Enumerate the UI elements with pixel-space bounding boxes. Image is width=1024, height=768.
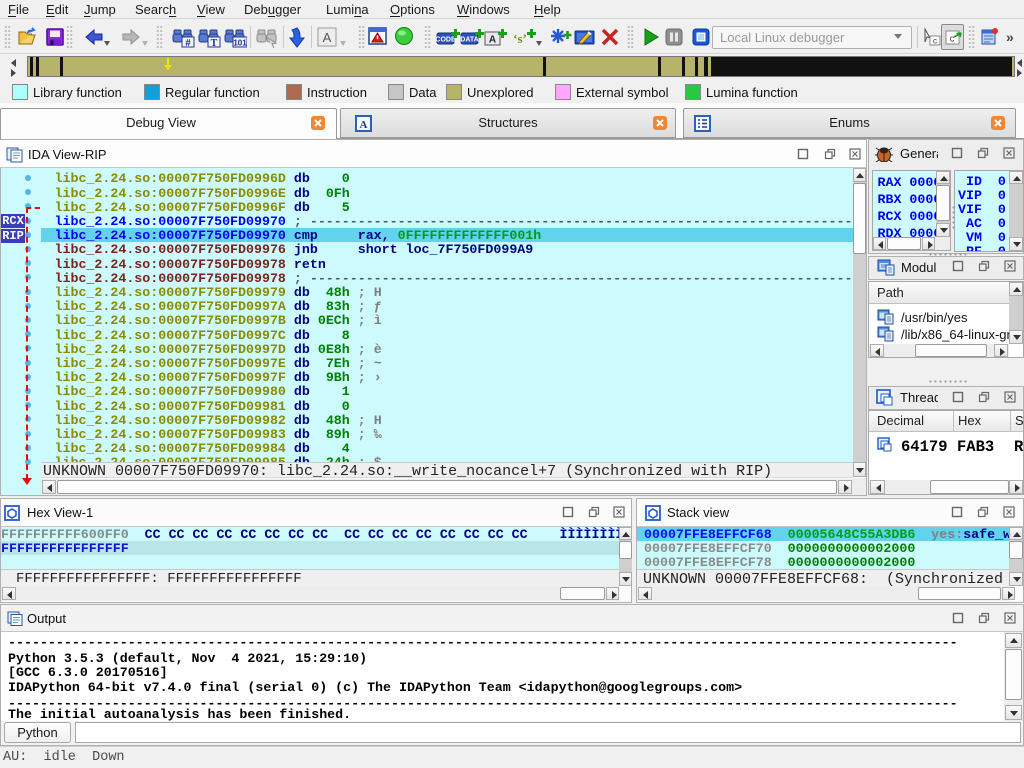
svg-text:T: T xyxy=(211,38,218,48)
svg-text:A: A xyxy=(323,30,332,45)
svg-text:c: c xyxy=(950,34,955,44)
svg-text:CODE: CODE xyxy=(436,37,456,44)
svg-text:‘s’: ‘s’ xyxy=(513,31,527,46)
svg-text:DATA: DATA xyxy=(460,37,478,44)
svg-text:c: c xyxy=(933,37,937,46)
svg-text:A: A xyxy=(489,35,496,46)
svg-text:#: # xyxy=(185,38,191,48)
svg-text:101: 101 xyxy=(233,39,247,48)
svg-text:A: A xyxy=(360,119,368,131)
